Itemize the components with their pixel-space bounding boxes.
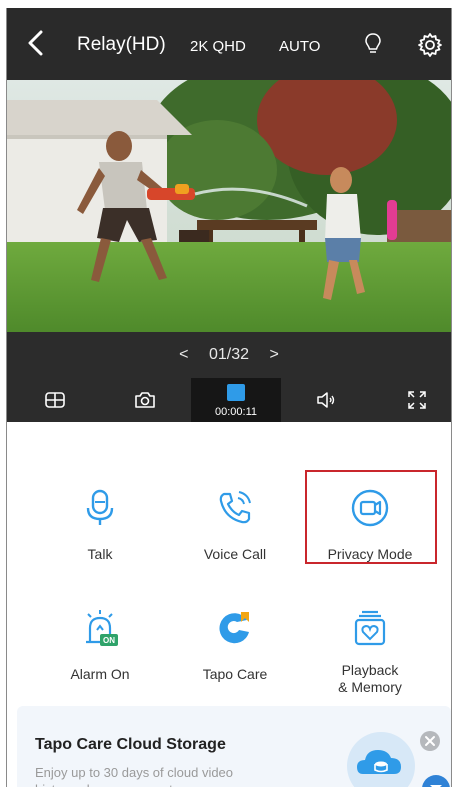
speaker-volume-icon[interactable]	[315, 388, 339, 412]
tapo-care-icon	[219, 612, 249, 644]
alarm-label: Alarm On	[70, 666, 130, 682]
next-clip-button[interactable]: >	[269, 346, 278, 363]
gear-icon[interactable]	[417, 32, 443, 58]
playback-memory-icon	[354, 610, 386, 646]
record-button[interactable]: 00:00:11	[191, 378, 281, 422]
back-arrow-icon[interactable]	[25, 30, 47, 56]
feature-grid: Talk Voice Call Privacy Mode ON Alarm On…	[7, 422, 451, 712]
app-frame: Relay(HD) 2K QHD AUTO < 01/32 > 00:00:11…	[6, 8, 452, 787]
camera-title[interactable]: Relay(HD)	[77, 34, 166, 56]
snapshot-camera-icon[interactable]	[133, 388, 157, 412]
promo-title: Tapo Care Cloud Storage	[35, 736, 226, 753]
voice-call-label: Voice Call	[203, 546, 267, 562]
message-icon[interactable]	[421, 774, 451, 787]
lightbulb-icon[interactable]	[363, 32, 383, 58]
close-promo-icon[interactable]	[419, 730, 441, 752]
clip-pager: < 01/32 >	[7, 346, 451, 364]
voice-call-button[interactable]: Voice Call	[170, 488, 300, 563]
record-stop-icon	[227, 384, 245, 401]
clip-counter: 01/32	[208, 346, 250, 363]
prev-clip-button[interactable]: <	[179, 346, 188, 363]
phone-call-icon	[219, 491, 251, 524]
playback-control-bar: < 01/32 > 00:00:11	[7, 332, 451, 422]
cloud-storage-icon	[347, 732, 415, 787]
playback-memory-label: Playback & Memory	[338, 662, 402, 695]
record-timer: 00:00:11	[214, 406, 257, 418]
top-bar: Relay(HD) 2K QHD AUTO	[7, 8, 451, 80]
night-mode-selector[interactable]: AUTO	[279, 38, 320, 55]
tapo-care-button[interactable]: Tapo Care	[170, 608, 300, 683]
resolution-selector[interactable]: 2K QHD	[190, 38, 246, 55]
cloud-storage-promo-card[interactable]: Tapo Care Cloud Storage Enjoy up to 30 d…	[17, 706, 451, 787]
tapo-care-label: Tapo Care	[202, 666, 268, 682]
alarm-icon: ON	[86, 610, 118, 646]
talk-label: Talk	[87, 546, 113, 562]
multi-view-icon[interactable]	[43, 388, 67, 412]
alarm-on-badge: ON	[103, 636, 115, 645]
alarm-button[interactable]: ON Alarm On	[35, 608, 165, 683]
privacy-mode-highlight-box	[305, 470, 437, 564]
playback-memory-button[interactable]: Playback & Memory	[305, 608, 435, 696]
fullscreen-icon[interactable]	[405, 388, 429, 412]
talk-button[interactable]: Talk	[35, 488, 165, 563]
live-video-feed[interactable]	[7, 80, 451, 332]
promo-description: Enjoy up to 30 days of cloud video histo…	[35, 765, 234, 787]
microphone-icon	[86, 489, 114, 525]
video-scene-image	[7, 80, 451, 332]
